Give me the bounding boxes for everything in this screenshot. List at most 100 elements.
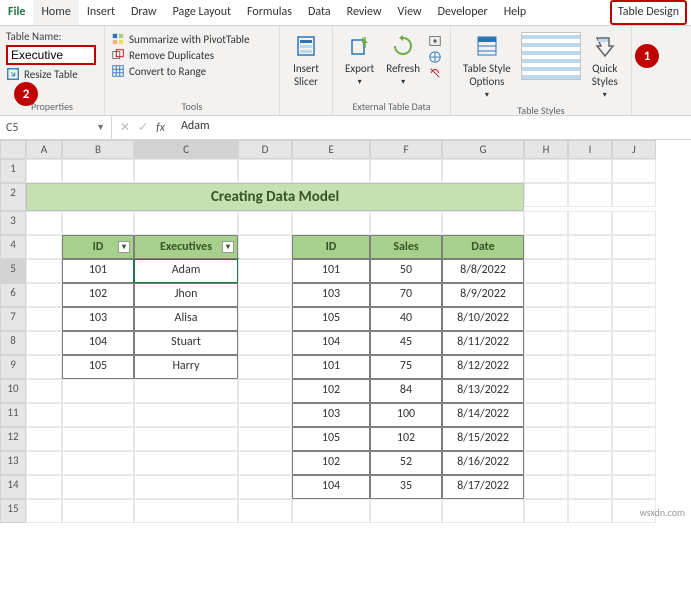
empty-cell[interactable] bbox=[134, 159, 238, 183]
empty-cell[interactable] bbox=[62, 499, 134, 523]
tab-formulas[interactable]: Formulas bbox=[239, 0, 300, 25]
empty-cell[interactable] bbox=[524, 159, 568, 183]
empty-cell[interactable] bbox=[568, 307, 612, 331]
empty-cell[interactable] bbox=[292, 211, 370, 235]
row-header[interactable]: 15 bbox=[0, 499, 26, 523]
export-button[interactable]: Export▾ bbox=[339, 30, 380, 89]
unlink-icon[interactable] bbox=[428, 66, 442, 80]
col-header[interactable]: H bbox=[524, 140, 568, 159]
empty-cell[interactable] bbox=[612, 283, 656, 307]
table-style-options-button[interactable]: Table Style Options▾ bbox=[457, 30, 517, 102]
row-header[interactable]: 8 bbox=[0, 331, 26, 355]
tab-home[interactable]: Home bbox=[33, 0, 78, 25]
row-header[interactable]: 9 bbox=[0, 355, 26, 379]
table-cell[interactable]: 70 bbox=[370, 283, 442, 307]
empty-cell[interactable] bbox=[568, 211, 612, 235]
tab-review[interactable]: Review bbox=[339, 0, 390, 25]
empty-cell[interactable] bbox=[26, 235, 62, 259]
table-cell[interactable]: Stuart bbox=[134, 331, 238, 355]
style-gallery[interactable] bbox=[521, 32, 581, 80]
empty-cell[interactable] bbox=[568, 159, 612, 183]
empty-cell[interactable] bbox=[568, 259, 612, 283]
empty-cell[interactable] bbox=[524, 283, 568, 307]
table-cell[interactable]: 8/8/2022 bbox=[442, 259, 524, 283]
name-box[interactable]: C5 ▼ bbox=[0, 116, 112, 139]
empty-cell[interactable] bbox=[62, 475, 134, 499]
table-cell[interactable]: 8/16/2022 bbox=[442, 451, 524, 475]
resize-table-button[interactable]: Resize Table bbox=[6, 67, 98, 81]
table-cell[interactable]: 8/12/2022 bbox=[442, 355, 524, 379]
col-header[interactable]: D bbox=[238, 140, 292, 159]
row-header[interactable]: 14 bbox=[0, 475, 26, 499]
empty-cell[interactable] bbox=[612, 259, 656, 283]
quick-styles-button[interactable]: Quick Styles▾ bbox=[585, 30, 625, 102]
table-cell[interactable]: 102 bbox=[370, 427, 442, 451]
empty-cell[interactable] bbox=[238, 159, 292, 183]
table-cell[interactable]: 8/17/2022 bbox=[442, 475, 524, 499]
empty-cell[interactable] bbox=[238, 499, 292, 523]
table-cell[interactable]: 8/9/2022 bbox=[442, 283, 524, 307]
table-header[interactable]: ID▾ bbox=[62, 235, 134, 259]
table-cell[interactable]: 50 bbox=[370, 259, 442, 283]
empty-cell[interactable] bbox=[442, 499, 524, 523]
table-cell[interactable]: 84 bbox=[370, 379, 442, 403]
table-cell[interactable]: 105 bbox=[292, 307, 370, 331]
empty-cell[interactable] bbox=[524, 499, 568, 523]
empty-cell[interactable] bbox=[612, 451, 656, 475]
empty-cell[interactable] bbox=[26, 403, 62, 427]
empty-cell[interactable] bbox=[568, 235, 612, 259]
row-header[interactable]: 5 bbox=[0, 259, 26, 283]
empty-cell[interactable] bbox=[62, 427, 134, 451]
empty-cell[interactable] bbox=[134, 475, 238, 499]
table-header[interactable]: Executives▾ bbox=[134, 235, 238, 259]
refresh-button[interactable]: Refresh▾ bbox=[380, 30, 426, 89]
empty-cell[interactable] bbox=[568, 379, 612, 403]
tab-file[interactable]: File bbox=[0, 0, 33, 25]
empty-cell[interactable] bbox=[292, 499, 370, 523]
empty-cell[interactable] bbox=[238, 283, 292, 307]
empty-cell[interactable] bbox=[26, 211, 62, 235]
convert-range-button[interactable]: Convert to Range bbox=[111, 64, 273, 78]
table-cell[interactable]: 102 bbox=[292, 451, 370, 475]
table-header[interactable]: ID bbox=[292, 235, 370, 259]
table-header[interactable]: Date bbox=[442, 235, 524, 259]
empty-cell[interactable] bbox=[26, 159, 62, 183]
empty-cell[interactable] bbox=[524, 475, 568, 499]
table-cell[interactable]: 104 bbox=[292, 475, 370, 499]
row-header[interactable]: 1 bbox=[0, 159, 26, 183]
empty-cell[interactable] bbox=[238, 355, 292, 379]
empty-cell[interactable] bbox=[524, 403, 568, 427]
table-cell[interactable]: 8/10/2022 bbox=[442, 307, 524, 331]
empty-cell[interactable] bbox=[26, 355, 62, 379]
empty-cell[interactable] bbox=[134, 427, 238, 451]
table-cell[interactable]: 103 bbox=[292, 403, 370, 427]
tab-view[interactable]: View bbox=[390, 0, 430, 25]
row-header[interactable]: 11 bbox=[0, 403, 26, 427]
empty-cell[interactable] bbox=[568, 283, 612, 307]
table-cell[interactable]: 52 bbox=[370, 451, 442, 475]
table-cell[interactable]: 8/15/2022 bbox=[442, 427, 524, 451]
table-cell[interactable]: 8/11/2022 bbox=[442, 331, 524, 355]
empty-cell[interactable] bbox=[612, 355, 656, 379]
empty-cell[interactable] bbox=[134, 451, 238, 475]
cancel-icon[interactable]: ✕ bbox=[120, 120, 130, 135]
table-cell[interactable]: 8/14/2022 bbox=[442, 403, 524, 427]
col-header[interactable]: G bbox=[442, 140, 524, 159]
empty-cell[interactable] bbox=[524, 427, 568, 451]
empty-cell[interactable] bbox=[568, 355, 612, 379]
empty-cell[interactable] bbox=[238, 331, 292, 355]
filter-icon[interactable]: ▾ bbox=[118, 241, 130, 253]
empty-cell[interactable] bbox=[524, 183, 568, 207]
table-cell[interactable]: 45 bbox=[370, 331, 442, 355]
empty-cell[interactable] bbox=[26, 379, 62, 403]
empty-cell[interactable] bbox=[238, 451, 292, 475]
empty-cell[interactable] bbox=[238, 427, 292, 451]
empty-cell[interactable] bbox=[612, 211, 656, 235]
empty-cell[interactable] bbox=[568, 331, 612, 355]
empty-cell[interactable] bbox=[370, 211, 442, 235]
summarize-pivot-button[interactable]: Summarize with PivotTable bbox=[111, 32, 273, 46]
row-header[interactable]: 6 bbox=[0, 283, 26, 307]
table-cell[interactable]: 104 bbox=[292, 331, 370, 355]
col-header[interactable]: B bbox=[62, 140, 134, 159]
col-header[interactable]: E bbox=[292, 140, 370, 159]
